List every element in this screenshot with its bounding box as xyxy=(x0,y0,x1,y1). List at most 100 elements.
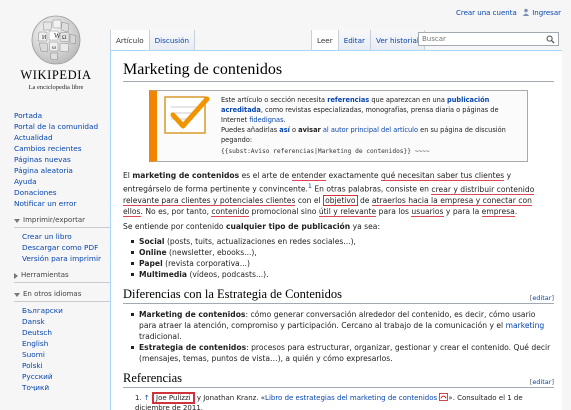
reference-author: Joe Pulizzi xyxy=(152,391,195,404)
reference-book-link[interactable]: Libro de estrategias del marketing de co… xyxy=(265,394,437,402)
notice-text: Este artículo o sección necesita referen… xyxy=(221,95,521,157)
language-link-de[interactable]: Deutsch xyxy=(22,327,110,338)
notice-link-autor-principal[interactable]: al autor principal del artículo xyxy=(323,126,418,134)
tab-articulo[interactable]: Artículo xyxy=(110,30,149,50)
tools-toggle[interactable]: Herramientas xyxy=(14,270,110,283)
search-input[interactable] xyxy=(419,33,537,45)
checkmark-notice-icon xyxy=(164,96,210,134)
list-item-tail: tradicional. xyxy=(139,331,182,341)
language-link-ru[interactable]: Русский xyxy=(22,371,110,382)
tab-discusion[interactable]: Discusión xyxy=(148,30,196,50)
tab-editar[interactable]: Editar xyxy=(337,30,370,50)
content-types-paragraph: Se entiende por contenido cualquier tipo… xyxy=(123,221,554,232)
personal-tools: Crear una cuenta Ingresar xyxy=(456,8,561,17)
languages-toggle[interactable]: En otros idiomas xyxy=(14,289,110,302)
list-item-text: (posts, tuits, actualizaciones en redes … xyxy=(164,236,356,246)
highlight-empresa: empresa xyxy=(481,206,515,217)
para2-bold: cualquier tipo de publicación xyxy=(225,221,351,231)
sidebar-navigation: Portada Portal de la comunidad Actualida… xyxy=(14,110,110,209)
list-item-term: Social xyxy=(139,236,165,246)
language-link-bg[interactable]: Български xyxy=(22,305,110,316)
notice-template-code: {{subst:Aviso referencias|Marketing de c… xyxy=(221,148,430,155)
intro-text-10: con el xyxy=(295,195,324,205)
notice-text-2: que aparezcan en una xyxy=(369,96,447,104)
notice-link-referencias[interactable]: referencias xyxy=(327,96,369,104)
intro-paragraph: El marketing de contenidos es el arte de… xyxy=(123,170,554,217)
wikipedia-wordmark: WIKIPEDIA xyxy=(20,68,92,82)
highlight-que-necesitan: qué necesitan saber tus clientes xyxy=(380,171,505,181)
login-link[interactable]: Ingresar xyxy=(532,9,561,17)
para2-text-1: Se entiende por contenido xyxy=(123,221,226,231)
highlight-util-relevante: útil y relevante xyxy=(318,206,377,217)
notice-link-asi[interactable]: así xyxy=(279,126,290,134)
intro-term: marketing de contenidos xyxy=(132,171,240,180)
edit-section-link[interactable]: editar xyxy=(532,378,551,386)
notice-text-5: Puedes añadirlas xyxy=(221,126,280,134)
tools-portlet: Herramientas xyxy=(14,270,110,283)
intro-text-12: de xyxy=(357,195,372,205)
notice-text-1: Este artículo o sección necesita xyxy=(221,96,328,104)
create-account-link[interactable]: Crear una cuenta xyxy=(456,9,517,17)
svg-text:Ω: Ω xyxy=(62,35,67,41)
sidebar-item-ayuda[interactable]: Ayuda xyxy=(14,176,110,187)
language-link-en[interactable]: English xyxy=(22,338,110,349)
highlight-entender: entender xyxy=(291,171,327,181)
svg-text:ω: ω xyxy=(52,45,56,51)
list-item: Multimedia (vídeos, podcasts...). xyxy=(131,269,554,280)
search-icon[interactable] xyxy=(546,35,555,44)
wikipedia-logo[interactable]: W Ω И ω WIKIPEDIA La enciclopedia libre xyxy=(14,14,98,91)
list-item-text: (revista corporativa...) xyxy=(162,258,250,268)
collapse-triangle-icon xyxy=(14,272,18,279)
notice-text-avisar: avisar xyxy=(298,126,321,134)
sidebar: Portada Portal de la comunidad Actualida… xyxy=(14,110,110,393)
namespace-tabs: Artículo Discusión xyxy=(110,30,196,50)
list-item: Estrategia de contenidos: procesos para … xyxy=(131,342,554,364)
sidebar-item-crear-libro[interactable]: Crear un libro xyxy=(22,231,110,242)
intro-text-3: es el arte de xyxy=(239,171,292,180)
tab-ver-historial[interactable]: Ver historial xyxy=(369,30,425,50)
sidebar-item-descargar-pdf[interactable]: Descargar como PDF xyxy=(22,242,110,253)
section-edit-control: [editar] xyxy=(529,377,554,386)
boxed-objetivo: objetivo xyxy=(323,194,358,206)
language-link-tg[interactable]: Тоҷикӣ xyxy=(22,382,110,393)
sidebar-item-portal-comunidad[interactable]: Portal de la comunidad xyxy=(14,121,110,132)
sidebar-item-paginas-nuevas[interactable]: Páginas nuevas xyxy=(14,154,110,165)
reference-text: y Jonathan Kranz. « xyxy=(194,393,266,402)
list-item-text: (newsletter, ebooks...), xyxy=(166,247,257,257)
list-item: Online (newsletter, ebooks...), xyxy=(131,247,554,258)
intro-text-22: . xyxy=(514,206,518,216)
wikipedia-tagline: La enciclopedia libre xyxy=(28,84,84,91)
list-item-term: Marketing de contenidos xyxy=(139,309,246,319)
references-notice: Este artículo o sección necesita referen… xyxy=(149,90,528,162)
references-list: 1. ↑ Joe Pulizzi y Jonathan Kranz. «Libr… xyxy=(135,391,554,410)
wikipedia-globe-icon: W Ω И ω xyxy=(31,15,81,65)
tab-leer[interactable]: Leer xyxy=(311,30,338,50)
sidebar-item-cambios-recientes[interactable]: Cambios recientes xyxy=(14,143,110,154)
print-export-toggle[interactable]: Imprimir/exportar xyxy=(14,215,110,228)
sidebar-item-donaciones[interactable]: Donaciones xyxy=(14,187,110,198)
language-link-pl[interactable]: Polski xyxy=(22,360,110,371)
print-export-heading: Imprimir/exportar xyxy=(23,216,85,224)
marketing-link[interactable]: marketing xyxy=(506,321,545,330)
list-item-text: (vídeos, podcasts...). xyxy=(187,269,269,279)
search-box xyxy=(418,32,559,46)
sidebar-item-portada[interactable]: Portada xyxy=(14,110,110,121)
language-link-da[interactable]: Dansk xyxy=(22,316,110,327)
tools-heading: Herramientas xyxy=(21,271,69,279)
reference-number: 1. xyxy=(135,393,142,402)
sidebar-item-version-imprimir[interactable]: Versión para imprimir xyxy=(22,253,110,264)
notice-link-fidedignas[interactable]: fidedignas xyxy=(249,116,283,124)
section-heading-referencias: Referencias [editar] xyxy=(123,371,554,388)
svg-text:W: W xyxy=(54,32,61,40)
intro-text-5: exactamente xyxy=(326,171,381,180)
edit-section-link[interactable]: editar xyxy=(532,294,551,302)
expand-triangle-icon xyxy=(14,218,20,223)
sidebar-item-pagina-aleatoria[interactable]: Página aleatoria xyxy=(14,165,110,176)
sidebar-item-notificar-error[interactable]: Notificar un error xyxy=(14,198,110,209)
list-item-term: Estrategia de contenidos xyxy=(139,342,247,352)
section-title-diferencias: Diferencias con la Estrategia de Conteni… xyxy=(123,286,343,301)
language-link-fi[interactable]: Suomi xyxy=(22,349,110,360)
sidebar-item-actualidad[interactable]: Actualidad xyxy=(14,132,110,143)
reference-backlink-caret[interactable]: ↑ xyxy=(144,394,150,402)
intro-text-16: promocional sino xyxy=(249,206,319,216)
